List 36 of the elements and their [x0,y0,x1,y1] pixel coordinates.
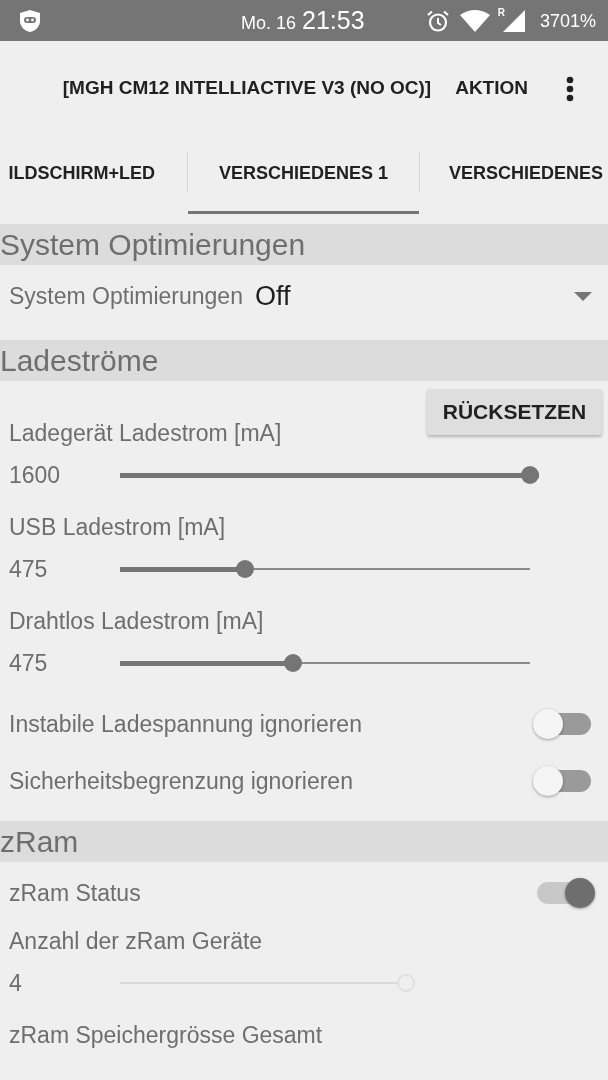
slider-thumb[interactable] [521,466,539,484]
setting-label: Sicherheitsbegrenzung ignorieren [9,766,353,796]
status-time: 21:53 [302,8,365,33]
wifi-icon [459,9,490,32]
overflow-menu-icon[interactable] [565,75,575,102]
setting-label: Ladegerät Ladestrom [mA] [9,419,282,447]
dropdown[interactable]: Off [254,276,599,316]
reset-button[interactable]: RÜCKSETZEN [427,389,602,435]
setting-label: zRam Status [9,878,141,908]
caret-icon [574,291,592,301]
setting-label: USB Ladestrom [mA] [9,513,226,541]
robot-shield-icon [19,8,41,33]
section-title: Ladeströme [0,345,159,376]
slider-value: 475 [9,648,49,678]
slider-thumb[interactable] [284,654,303,672]
setting-label: Anzahl der zRam Geräte [9,927,263,955]
slider-value: 475 [9,554,49,584]
tab[interactable]: ILDSCHIRM+LED [0,136,187,214]
slider-track[interactable] [120,465,539,485]
slider-thumb[interactable] [236,560,255,578]
tab[interactable]: VERSCHIEDENES [420,136,608,214]
tab[interactable]: VERSCHIEDENES 1 [188,136,419,214]
slider-value: 4 [9,968,23,998]
setting-label: Instabile Ladespannung ignorieren [9,709,362,739]
status-date: Mo. 16 [241,14,297,32]
app-title: [MGH CM12 INTELLIACTIVE V3 (NO OC)] [62,76,432,101]
section-title: System Optimierungen [0,229,306,260]
setting-label: System Optimierungen [9,281,243,311]
alarm-clock-icon [425,8,450,33]
action-button[interactable]: AKTION [455,68,528,109]
section-title: zRam [0,826,79,857]
setting-label: Drahtlos Ladestrom [mA] [9,607,264,635]
slider-value: 1600 [9,460,62,490]
setting-label: zRam Speichergrösse Gesamt [9,1021,324,1049]
roaming-indicator: R [497,7,505,18]
battery-percent: 3701% [539,11,596,30]
